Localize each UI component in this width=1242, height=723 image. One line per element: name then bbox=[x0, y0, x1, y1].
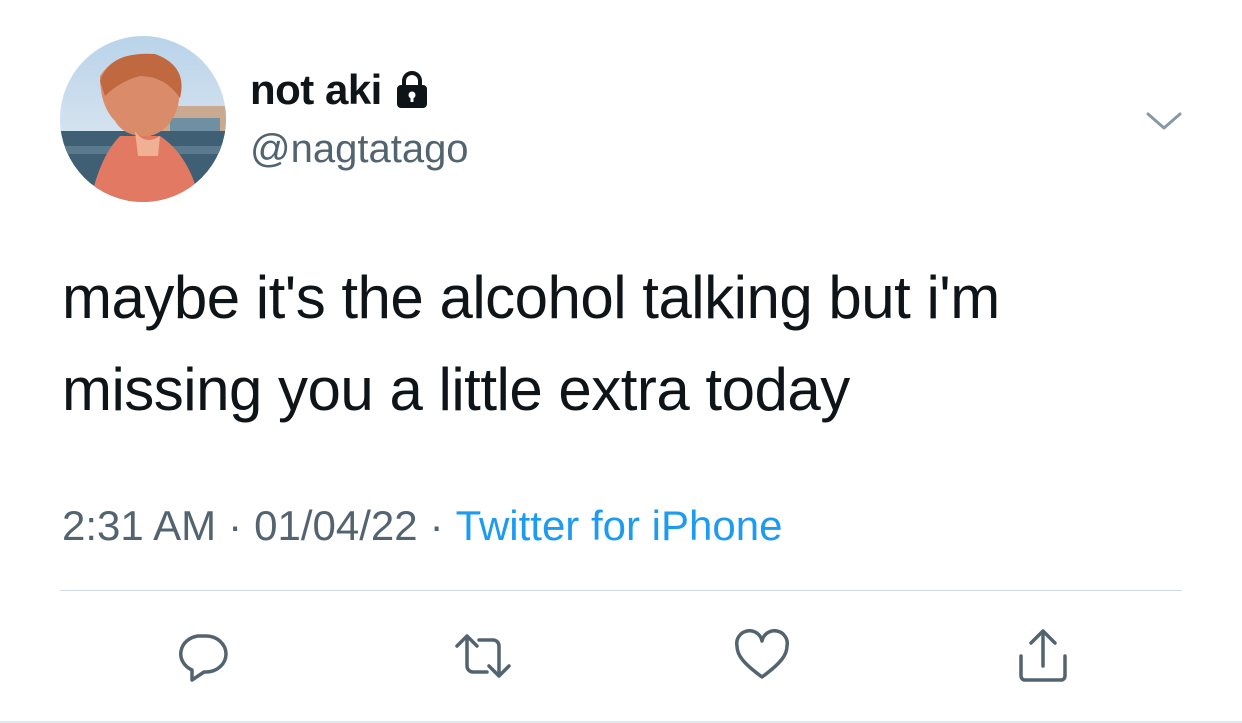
meta-separator: · bbox=[429, 502, 444, 549]
tweet-meta: 2:31 AM · 01/04/22 · Twitter for iPhone bbox=[62, 498, 782, 554]
tweet-text: maybe it's the alcohol talking but i'm m… bbox=[62, 264, 1000, 423]
meta-separator: · bbox=[228, 502, 243, 549]
reply-button[interactable] bbox=[172, 626, 232, 686]
chevron-down-icon[interactable] bbox=[1142, 104, 1186, 138]
share-button[interactable] bbox=[1013, 626, 1073, 686]
display-name[interactable]: not aki bbox=[250, 64, 430, 116]
tweet-time[interactable]: 2:31 AM bbox=[62, 502, 216, 549]
share-icon bbox=[1019, 629, 1067, 682]
avatar-image bbox=[60, 36, 226, 202]
user-handle[interactable]: @nagtatago bbox=[250, 124, 469, 174]
reply-icon bbox=[179, 634, 228, 682]
tweet-date[interactable]: 01/04/22 bbox=[254, 502, 418, 549]
display-name-text: not aki bbox=[250, 66, 382, 113]
retweet-icon bbox=[455, 634, 511, 678]
divider bbox=[60, 590, 1182, 591]
heart-icon bbox=[735, 629, 789, 679]
avatar[interactable] bbox=[60, 36, 226, 202]
tweet-source-link[interactable]: Twitter for iPhone bbox=[456, 502, 783, 549]
retweet-button[interactable] bbox=[453, 626, 513, 686]
like-button[interactable] bbox=[732, 626, 792, 686]
lock-icon bbox=[394, 70, 430, 110]
